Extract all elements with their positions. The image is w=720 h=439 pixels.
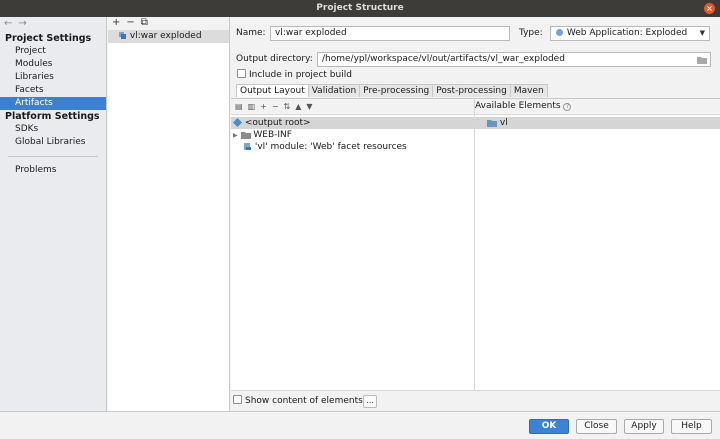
- web-app-icon: [556, 29, 563, 36]
- sort-icon[interactable]: ⇅: [284, 102, 291, 111]
- sidebar-item-global-libraries[interactable]: Global Libraries: [0, 136, 106, 149]
- tree-row-web-inf[interactable]: ▶ WEB-INF: [233, 129, 292, 141]
- tree-row-facet-resources[interactable]: 'vl' module: 'Web' facet resources: [243, 141, 407, 153]
- section-platform-settings: Platform Settings: [5, 111, 100, 122]
- name-label: Name:: [236, 28, 266, 38]
- show-content-checkbox[interactable]: [233, 395, 242, 404]
- output-dir-label: Output directory:: [236, 54, 313, 64]
- nav-arrows: ← →: [0, 17, 106, 32]
- copy-artifact-icon[interactable]: ⧉: [141, 17, 148, 28]
- chevron-down-icon: ▼: [699, 29, 705, 37]
- sidebar-divider: [8, 156, 98, 157]
- module-icon: [487, 119, 497, 127]
- settings-sidebar: ← → Project Settings Project Modules Libr…: [0, 17, 107, 411]
- dialog-footer: OK Close Apply Help: [0, 411, 720, 439]
- include-build-label: Include in project build: [249, 70, 352, 80]
- available-elements-label: Available Elements: [475, 101, 561, 111]
- type-select[interactable]: Web Application: Exploded ▼: [550, 26, 710, 41]
- remove-artifact-icon[interactable]: −: [126, 17, 134, 28]
- sidebar-item-problems[interactable]: Problems: [0, 164, 106, 177]
- tree-label-output-root: <output root>: [244, 118, 311, 128]
- sidebar-item-project[interactable]: Project: [0, 45, 106, 58]
- layout-splitter[interactable]: [474, 99, 475, 390]
- help-circle-icon[interactable]: ?: [563, 103, 572, 111]
- show-content-option[interactable]: Show content of elements: [233, 394, 363, 408]
- window-title: Project Structure: [316, 3, 404, 13]
- help-button[interactable]: Help: [671, 419, 712, 434]
- editor-tabs: Output Layout Validation Pre-processing Pos…: [236, 84, 548, 97]
- tree-label-web-inf: WEB-INF: [253, 130, 292, 140]
- layout-bottom-bar: Show content of elements ...: [231, 390, 720, 412]
- remove-element-icon[interactable]: −: [272, 102, 279, 111]
- add-archive-icon[interactable]: ▥: [248, 102, 256, 111]
- type-select-value: Web Application: Exploded: [566, 28, 688, 38]
- title-bar: Project Structure ×: [0, 0, 720, 17]
- tab-pre-processing[interactable]: Pre-processing: [359, 84, 434, 97]
- artifact-toolbar: + − ⧉: [108, 17, 229, 30]
- output-dir-value: /home/ypl/workspace/vl/out/artifacts/vl_…: [322, 54, 565, 64]
- tab-maven[interactable]: Maven: [509, 84, 548, 97]
- output-root-icon: [233, 118, 242, 127]
- show-content-label: Show content of elements: [245, 396, 363, 406]
- available-elements-header: Available Elements ?: [475, 99, 720, 115]
- section-project-settings: Project Settings: [5, 33, 92, 44]
- sidebar-item-modules[interactable]: Modules: [0, 58, 106, 71]
- facet-resources-icon: [244, 143, 251, 150]
- available-label-vl: vl: [499, 118, 508, 128]
- add-copy-icon[interactable]: +: [260, 102, 267, 111]
- layout-toolbar: ▤ ▥ + − ⇅ ▲ ▼: [231, 99, 474, 115]
- include-build-option[interactable]: Include in project build: [237, 68, 352, 82]
- artifact-editor: Name: vl:war exploded Type: Web Applicat…: [231, 17, 720, 412]
- output-dir-input[interactable]: /home/ypl/workspace/vl/out/artifacts/vl_…: [317, 52, 711, 67]
- forward-arrow-icon[interactable]: →: [18, 18, 26, 29]
- type-label: Type:: [519, 28, 543, 38]
- close-button[interactable]: Close: [576, 419, 617, 434]
- folder-icon[interactable]: [697, 56, 707, 64]
- ok-button[interactable]: OK: [529, 419, 569, 434]
- include-build-checkbox[interactable]: [237, 69, 246, 78]
- add-artifact-icon[interactable]: +: [112, 17, 120, 28]
- expand-arrow-icon[interactable]: ▶: [233, 132, 238, 139]
- close-window-icon[interactable]: ×: [704, 3, 715, 14]
- new-folder-icon[interactable]: ▤: [235, 102, 243, 111]
- artifact-item[interactable]: vl:war exploded: [108, 30, 229, 43]
- output-layout-panel: ▤ ▥ + − ⇅ ▲ ▼ Available Elements ? <output roo…: [231, 98, 720, 412]
- name-input[interactable]: vl:war exploded: [270, 26, 510, 41]
- tab-post-processing[interactable]: Post-processing: [432, 84, 511, 97]
- tree-label-facet-resources: 'vl' module: 'Web' facet resources: [254, 142, 407, 152]
- tree-row-output-root[interactable]: <output root>: [231, 117, 474, 129]
- apply-button[interactable]: Apply: [624, 419, 664, 434]
- sidebar-item-artifacts[interactable]: Artifacts: [0, 97, 106, 110]
- tab-validation[interactable]: Validation: [307, 84, 361, 97]
- tab-output-layout[interactable]: Output Layout: [236, 84, 309, 97]
- available-row-vl[interactable]: vl: [475, 117, 720, 129]
- sidebar-item-libraries[interactable]: Libraries: [0, 71, 106, 84]
- move-up-icon[interactable]: ▲: [295, 102, 301, 111]
- artifact-item-label: vl:war exploded: [129, 31, 202, 41]
- war-artifact-icon: [119, 32, 126, 39]
- folder-icon: [240, 131, 251, 139]
- artifact-list-panel: + − ⧉ vl:war exploded: [108, 17, 230, 411]
- sidebar-item-facets[interactable]: Facets: [0, 84, 106, 97]
- back-arrow-icon[interactable]: ←: [4, 18, 12, 29]
- sidebar-item-sdks[interactable]: SDKs: [0, 123, 106, 136]
- more-options-button[interactable]: ...: [363, 395, 377, 408]
- move-down-icon[interactable]: ▼: [306, 102, 312, 111]
